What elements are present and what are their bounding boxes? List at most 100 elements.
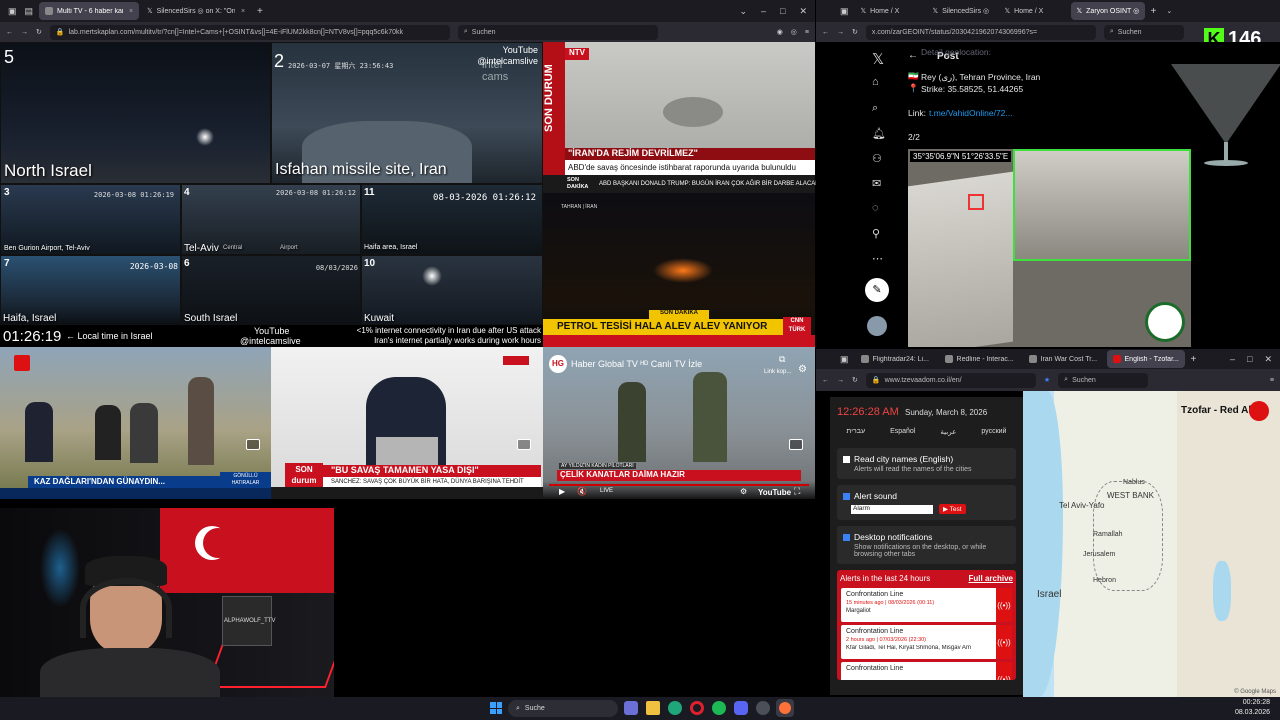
cam-ben-gurion[interactable]: 3 2026-03-08 01:26:19 Ben Gurion Airport…: [0, 184, 181, 255]
pip-icon[interactable]: [789, 439, 803, 450]
back-icon[interactable]: ←: [6, 29, 13, 36]
discord-icon[interactable]: [734, 701, 748, 715]
tab-list-icon[interactable]: ▣: [8, 6, 17, 17]
youtube-logo[interactable]: YouTube: [758, 488, 791, 497]
menu-icon[interactable]: ≡: [1270, 377, 1274, 384]
tab-list-icon[interactable]: ▣: [840, 6, 849, 17]
new-tab-button[interactable]: +: [1151, 6, 1157, 17]
cam-isfahan[interactable]: 2 2026-03-07 星期六 23:56:43 intel cams Isf…: [271, 42, 543, 184]
tab-home-x-2[interactable]: 𝕏 Home / X: [999, 2, 1069, 20]
lang-hebrew[interactable]: עברית: [847, 428, 866, 436]
close-window-icon[interactable]: ✕: [799, 6, 807, 17]
search-icon[interactable]: ⌕: [872, 102, 878, 115]
lang-spanish[interactable]: Español: [890, 428, 915, 436]
avatar[interactable]: [867, 316, 887, 336]
star-icon[interactable]: ★: [1044, 376, 1050, 384]
cam-north-israel[interactable]: 5 North Israel: [0, 42, 271, 184]
home-icon[interactable]: ⌂: [872, 76, 879, 88]
reload-icon[interactable]: ↻: [852, 28, 858, 36]
cam-haifa[interactable]: 7 2026-03-08 Haifa, Israel: [0, 255, 181, 325]
mail-icon[interactable]: ✉: [872, 177, 881, 190]
url-bar[interactable]: 🔒 lab.mertskaplan.com/multitv/tr/?cn[]=In…: [49, 24, 450, 40]
minimize-icon[interactable]: –: [761, 6, 766, 17]
halk-tv-stream[interactable]: KAZ DAĞLARI'NDAN GÜNAYDIN... GÖNÜLLÜ HAT…: [0, 347, 271, 499]
shield-icon[interactable]: ◉: [777, 28, 783, 36]
chevron-down-icon[interactable]: ⌄: [739, 6, 747, 17]
alert-sound-select[interactable]: Alarm: [851, 504, 933, 514]
checkbox-alert-sound[interactable]: [843, 493, 850, 501]
alert-item[interactable]: Confrontation Line ((•)): [841, 662, 1012, 680]
tab-list-icon[interactable]: ▣: [840, 354, 849, 365]
forward-icon[interactable]: →: [837, 29, 844, 36]
new-tab-button[interactable]: +: [1191, 354, 1197, 365]
post-image[interactable]: 35°35'06.9"N 51°26'33.5"E: [908, 149, 1191, 347]
post-link[interactable]: t.me/VahidOnline/72...: [929, 108, 1012, 118]
edge-icon[interactable]: [668, 701, 682, 715]
reload-icon[interactable]: ↻: [36, 28, 42, 36]
windows-start-icon[interactable]: [490, 702, 502, 714]
firefox-icon[interactable]: [776, 699, 794, 717]
close-window-icon[interactable]: ✕: [1264, 354, 1272, 365]
folder-icon[interactable]: [646, 701, 660, 715]
back-icon[interactable]: ←: [822, 29, 829, 36]
forward-icon[interactable]: →: [21, 29, 28, 36]
settings-icon[interactable]: ⚙: [740, 487, 747, 496]
fullscreen-icon[interactable]: ⛶: [794, 486, 800, 497]
tab-tzofar[interactable]: English - Tzofar...: [1106, 350, 1185, 368]
bell-icon[interactable]: 🔔︎: [872, 127, 886, 140]
haber-global-stream[interactable]: HG Haber Global TV ᴴᴰ Canlı TV İzle Link…: [543, 347, 815, 499]
more-icon[interactable]: ⋯: [872, 252, 883, 265]
menu-icon[interactable]: ≡: [805, 29, 809, 36]
spotify-icon[interactable]: [712, 701, 726, 715]
forward-icon[interactable]: →: [837, 377, 844, 384]
back-arrow-icon[interactable]: ←: [908, 50, 918, 61]
steam-icon[interactable]: [756, 701, 770, 715]
follow-icon[interactable]: ⚇: [872, 152, 882, 165]
cam-kuwait[interactable]: 10 Kuwait: [361, 255, 543, 325]
tab-silencedsirs[interactable]: 𝕏 SilencedSirs ◎: [927, 2, 997, 20]
tab-iran-war-cost[interactable]: Iran War Cost Tr...: [1023, 350, 1105, 368]
gear-icon[interactable]: ⚙: [798, 364, 807, 375]
opera-icon[interactable]: [690, 701, 704, 715]
cam-tel-aviv[interactable]: 4 2026-03-08 01:26:12 Tel-Aviv Central A…: [181, 184, 361, 255]
ntv-stream[interactable]: NTV SON DURUM "İRAN'DA REJİM DEVRİLMEZ" …: [543, 42, 815, 175]
copy-link[interactable]: Link kop...: [764, 369, 791, 375]
maximize-icon[interactable]: □: [780, 6, 785, 17]
search-input[interactable]: ⌕ Suchen: [1058, 372, 1149, 388]
haber-stream-sanchez[interactable]: SON durum "BU SAVAŞ TAMAMEN YASA DIŞI" S…: [271, 347, 543, 499]
url-bar[interactable]: 🔒 www.tzevaadom.co.il/en/: [865, 372, 1036, 388]
chevron-down-icon[interactable]: ⌄: [1166, 7, 1172, 15]
full-archive-link[interactable]: Full archive: [969, 574, 1013, 583]
pip-icon[interactable]: [517, 439, 531, 450]
play-icon[interactable]: ▶: [559, 487, 565, 496]
back-icon[interactable]: ←: [822, 377, 829, 384]
post-compose-button[interactable]: ✎: [865, 278, 889, 302]
cam-south-israel[interactable]: 6 08/03/2026 South Israel: [181, 255, 361, 325]
alert-item[interactable]: Confrontation Line 15 minutes ago | 08/0…: [841, 588, 1012, 622]
reload-icon[interactable]: ↻: [852, 376, 858, 384]
lang-russian[interactable]: русский: [981, 428, 1006, 436]
search-input[interactable]: ⌕ Suchen: [1103, 24, 1184, 40]
account-icon[interactable]: ◎: [791, 28, 797, 36]
close-icon[interactable]: ×: [241, 8, 245, 15]
taskbar-search[interactable]: ⌕ Suche: [508, 700, 618, 717]
url-bar[interactable]: x.com/zarGEOINT/status/20304219620743069…: [865, 24, 1096, 40]
pip-icon[interactable]: [246, 439, 260, 450]
lang-arabic[interactable]: عربية: [940, 428, 956, 436]
maximize-icon[interactable]: □: [1247, 354, 1252, 365]
checkbox-desktop-notif[interactable]: [843, 534, 850, 542]
new-tab-button[interactable]: +: [257, 6, 263, 17]
tab-sidebar-icon[interactable]: ▤: [25, 6, 34, 17]
mute-icon[interactable]: 🔇: [577, 487, 587, 496]
profile-icon[interactable]: ⚲: [872, 227, 880, 240]
copy-icon[interactable]: ⧉: [779, 354, 785, 365]
alert-item[interactable]: Confrontation Line 2 hours ago | 07/03/2…: [841, 625, 1012, 659]
tab-multitv[interactable]: Multi TV - 6 haber kanalı×: [39, 2, 140, 20]
close-icon[interactable]: ×: [129, 8, 133, 15]
tzofar-map[interactable]: Tzofar - Red Alert Tel Aviv-Yafo Nablus …: [1023, 391, 1280, 697]
tab-redline[interactable]: Redline - Interac...: [939, 350, 1021, 368]
tab-home-x[interactable]: 𝕏 Home / X: [855, 2, 925, 20]
grok-icon[interactable]: ◌: [872, 202, 879, 214]
tab-x-silencedsirs[interactable]: 𝕏SilencedSirs ◎ on X: "On video×: [141, 2, 251, 20]
test-button[interactable]: ▶ Test: [939, 504, 966, 514]
